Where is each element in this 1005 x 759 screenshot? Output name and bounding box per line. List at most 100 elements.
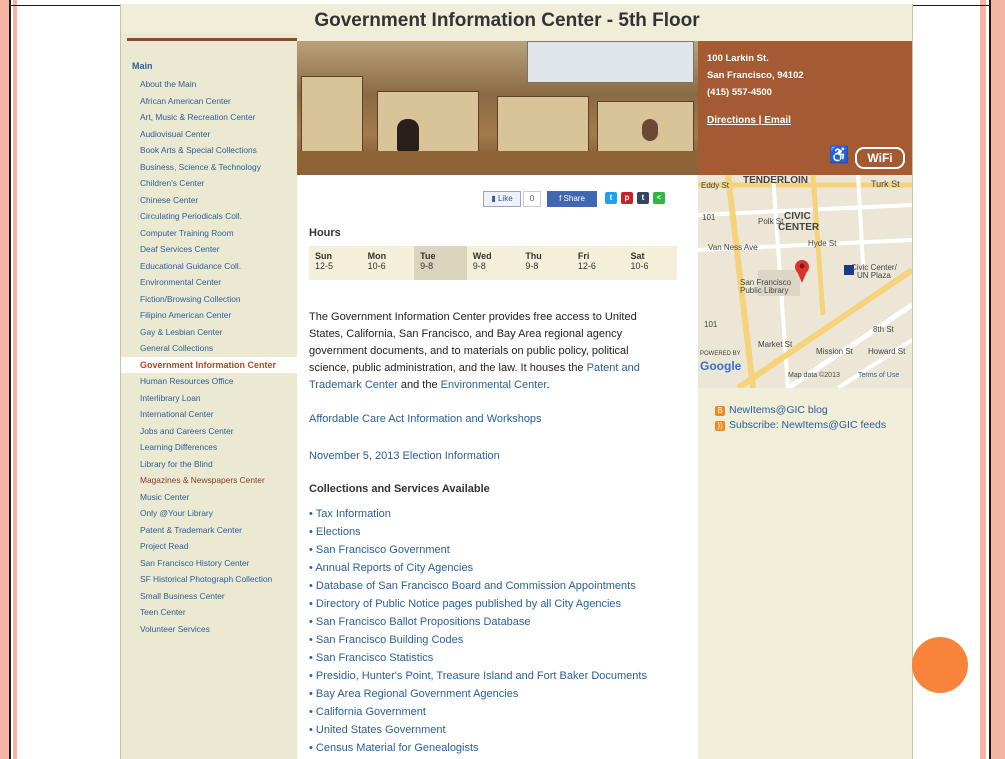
collection-link[interactable]: Tax Information	[309, 505, 647, 523]
sidebar-item[interactable]: Volunteer Services	[121, 621, 297, 638]
sidebar-item[interactable]: Filipino American Center	[121, 307, 297, 324]
map-label-civic: CIVIC	[784, 211, 811, 222]
map-label-tenderloin: TENDERLOIN	[743, 175, 808, 186]
sidebar-accent-bar	[127, 38, 297, 41]
pinterest-icon[interactable]: p	[621, 192, 633, 204]
blog-link[interactable]: B NewItems@GIC blog	[715, 404, 886, 416]
sidebar-item[interactable]: SF Historical Photograph Collection	[121, 571, 297, 588]
sidebar-item[interactable]: International Center	[121, 406, 297, 423]
hours-cell: Wed 9-8	[467, 246, 520, 280]
sidebar-item[interactable]: Circulating Periodicals Coll.	[121, 208, 297, 225]
accessibility-icon: ♿	[829, 147, 849, 164]
sidebar-item[interactable]: General Collections	[121, 340, 297, 357]
collection-link[interactable]: Elections	[309, 523, 647, 541]
hours-day: Tue	[420, 251, 436, 261]
aca-link[interactable]: Affordable Care Act Information and Work…	[309, 413, 542, 425]
hours-day: Mon	[367, 251, 387, 261]
feed-link[interactable]: )) Subscribe: NewItems@GIC feeds	[715, 419, 886, 431]
facebook-like-button[interactable]: ▮ Like	[483, 191, 521, 207]
map-label-center: CENTER	[778, 222, 820, 233]
sidebar-item[interactable]: Only @Your Library	[121, 505, 297, 522]
election-link[interactable]: November 5, 2013 Election Information	[309, 450, 500, 462]
collection-link[interactable]: Census Material for Genealogists	[309, 739, 647, 757]
sidebar-item[interactable]: Fiction/Browsing Collection	[121, 291, 297, 308]
sidebar-item[interactable]: Teen Center	[121, 604, 297, 621]
sidebar-item[interactable]: Human Resources Office	[121, 373, 297, 390]
facebook-share-button[interactable]: f Share	[547, 191, 597, 207]
sidebar-item[interactable]: Audiovisual Center	[121, 126, 297, 143]
address-line-1: 100 Larkin St.	[707, 53, 769, 64]
map-label-eddy: Eddy St	[701, 181, 730, 190]
collection-link[interactable]: Bay Area Regional Government Agencies	[309, 685, 647, 703]
slide-frame-right-line	[989, 0, 991, 759]
hours-time: 9-8	[472, 261, 486, 271]
hours-time: 10-6	[630, 261, 649, 271]
collection-link[interactable]: Directory of Public Notice pages publish…	[309, 595, 647, 613]
sidebar-item[interactable]: African American Center	[121, 93, 297, 110]
tumblr-icon[interactable]: t	[637, 192, 649, 204]
sidebar-item[interactable]: Music Center	[121, 489, 297, 506]
collection-link[interactable]: United States Government	[309, 721, 647, 739]
hours-cell: Tue 9-8	[414, 246, 467, 280]
sidebar-item[interactable]: Government Information Center	[121, 356, 297, 373]
map-label-polk: Polk St	[758, 217, 784, 226]
contact-info-box: 100 Larkin St. San Francisco, 94102 (415…	[698, 41, 912, 175]
collections-heading: Collections and Services Available	[309, 483, 490, 495]
directions-link[interactable]: Directions	[707, 115, 756, 126]
map-label-101: 101	[702, 213, 716, 222]
collection-link[interactable]: San Francisco Ballot Propositions Databa…	[309, 613, 647, 631]
slide-frame-left-line	[9, 0, 11, 759]
sidebar-item[interactable]: Patent & Trademark Center	[121, 522, 297, 539]
sidebar-item[interactable]: Art, Music & Recreation Center	[121, 109, 297, 126]
sidebar-item[interactable]: Deaf Services Center	[121, 241, 297, 258]
sidebar-item[interactable]: Library for the Blind	[121, 456, 297, 473]
collection-link[interactable]: Presidio, Hunter's Point, Treasure Islan…	[309, 667, 647, 685]
sidebar-item[interactable]: Magazines & Newspapers Center	[121, 472, 297, 489]
collection-link[interactable]: Annual Reports of City Agencies	[309, 559, 647, 577]
sidebar-item[interactable]: Book Arts & Special Collections	[121, 142, 297, 159]
sidebar-item[interactable]: Jobs and Careers Center	[121, 423, 297, 440]
like-count: 0	[523, 191, 541, 207]
intro-paragraph: The Government Information Center provid…	[309, 311, 640, 391]
slide-frame-right	[991, 0, 1005, 759]
sidebar-heading[interactable]: Main	[132, 61, 153, 71]
collection-link[interactable]: San Francisco Government	[309, 541, 647, 559]
sidebar-list: About the Main African American Center Art…	[121, 76, 297, 637]
address-line-2: San Francisco, 94102	[707, 70, 804, 81]
sidebar-item[interactable]: Business, Science & Technology	[121, 159, 297, 176]
collection-link[interactable]: California Government	[309, 703, 647, 721]
hours-cell: Mon 10-6	[362, 246, 415, 280]
environmental-center-link[interactable]: Environmental Center	[441, 379, 547, 391]
map-data-credit: Map data ©2013	[788, 372, 840, 379]
twitter-icon[interactable]: t	[605, 192, 617, 204]
wifi-icon: WiFi	[855, 147, 905, 169]
map-label-van-ness: Van Ness Ave	[708, 243, 758, 252]
collection-link[interactable]: Database of San Francisco Board and Comm…	[309, 577, 647, 595]
sidebar-item[interactable]: Children's Center	[121, 175, 297, 192]
hours-time: 9-8	[525, 261, 539, 271]
map-label-market: Market St	[758, 340, 793, 349]
share-icon[interactable]: <	[653, 192, 665, 204]
hours-time: 9-8	[420, 261, 434, 271]
sidebar-item[interactable]: Gay & Lesbian Center	[121, 324, 297, 341]
sidebar-item[interactable]: Learning Differences	[121, 439, 297, 456]
hours-day: Sat	[630, 251, 645, 261]
collection-link[interactable]: San Francisco Statistics	[309, 649, 647, 667]
sidebar-item[interactable]: Educational Guidance Coll.	[121, 258, 297, 275]
hours-cell: Thu 9-8	[519, 246, 572, 280]
sidebar-item[interactable]: Project Read	[121, 538, 297, 555]
hours-day: Sun	[315, 251, 332, 261]
location-map[interactable]: Eddy St TENDERLOIN Turk St CIVIC CENTER …	[698, 175, 912, 388]
sidebar-item[interactable]: About the Main	[121, 76, 297, 93]
sidebar-item[interactable]: Chinese Center	[121, 192, 297, 209]
sidebar-item[interactable]: Small Business Center	[121, 588, 297, 605]
collection-link[interactable]: San Francisco Building Codes	[309, 631, 647, 649]
sidebar-item[interactable]: Interlibrary Loan	[121, 390, 297, 407]
phone: (415) 557-4500	[707, 87, 772, 98]
map-terms-link[interactable]: Terms of Use	[858, 372, 899, 379]
email-link[interactable]: Email	[764, 115, 791, 126]
sidebar-item[interactable]: San Francisco History Center	[121, 555, 297, 572]
sidebar-item[interactable]: Computer Training Room	[121, 225, 297, 242]
sidebar-item[interactable]: Environmental Center	[121, 274, 297, 291]
map-label-un-plaza: UN Plaza	[857, 271, 891, 280]
